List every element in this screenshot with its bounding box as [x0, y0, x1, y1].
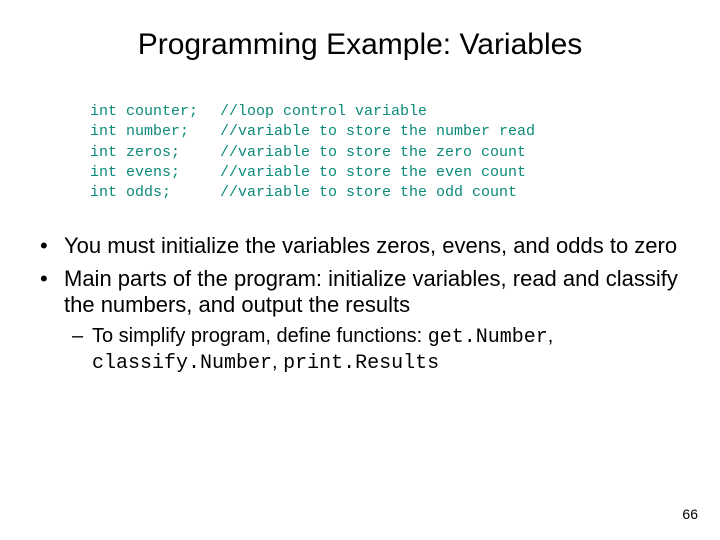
- code-declaration: int counter;: [90, 102, 220, 122]
- bullet-dot-icon: •: [40, 266, 64, 319]
- dash-icon: –: [72, 324, 92, 376]
- bullet-text: Main parts of the program: initialize va…: [64, 266, 680, 319]
- code-comment: //variable to store the odd count: [220, 183, 517, 203]
- bullet-item: • Main parts of the program: initialize …: [40, 266, 680, 319]
- code-row: int zeros; //variable to store the zero …: [90, 143, 720, 163]
- code-comment: //variable to store the even count: [220, 163, 526, 183]
- code-declaration: int evens;: [90, 163, 220, 183]
- code-block: int counter; //loop control variable int…: [90, 102, 720, 203]
- separator: ,: [272, 351, 283, 373]
- sub-bullet-item: – To simplify program, define functions:…: [72, 324, 680, 376]
- code-row: int counter; //loop control variable: [90, 102, 720, 122]
- bullet-text: You must initialize the variables zeros,…: [64, 233, 680, 259]
- code-declaration: int zeros;: [90, 143, 220, 163]
- separator: ,: [548, 325, 554, 347]
- slide-title: Programming Example: Variables: [0, 0, 720, 72]
- code-comment: //variable to store the number read: [220, 122, 535, 142]
- page-number: 66: [682, 506, 698, 522]
- function-name: classify.Number: [92, 352, 272, 375]
- code-declaration: int odds;: [90, 183, 220, 203]
- sub-bullet-prefix: To simplify program, define functions:: [92, 325, 428, 347]
- function-name: print.Results: [283, 352, 439, 375]
- bullet-item: • You must initialize the variables zero…: [40, 233, 680, 259]
- slide: Programming Example: Variables int count…: [0, 0, 720, 540]
- function-name: get.Number: [428, 326, 548, 349]
- bullet-dot-icon: •: [40, 233, 64, 259]
- code-row: int evens; //variable to store the even …: [90, 163, 720, 183]
- code-comment: //loop control variable: [220, 102, 427, 122]
- bullet-list: • You must initialize the variables zero…: [40, 233, 680, 376]
- code-row: int odds; //variable to store the odd co…: [90, 183, 720, 203]
- sub-bullet-text: To simplify program, define functions: g…: [92, 324, 680, 376]
- code-comment: //variable to store the zero count: [220, 143, 526, 163]
- code-declaration: int number;: [90, 122, 220, 142]
- code-row: int number; //variable to store the numb…: [90, 122, 720, 142]
